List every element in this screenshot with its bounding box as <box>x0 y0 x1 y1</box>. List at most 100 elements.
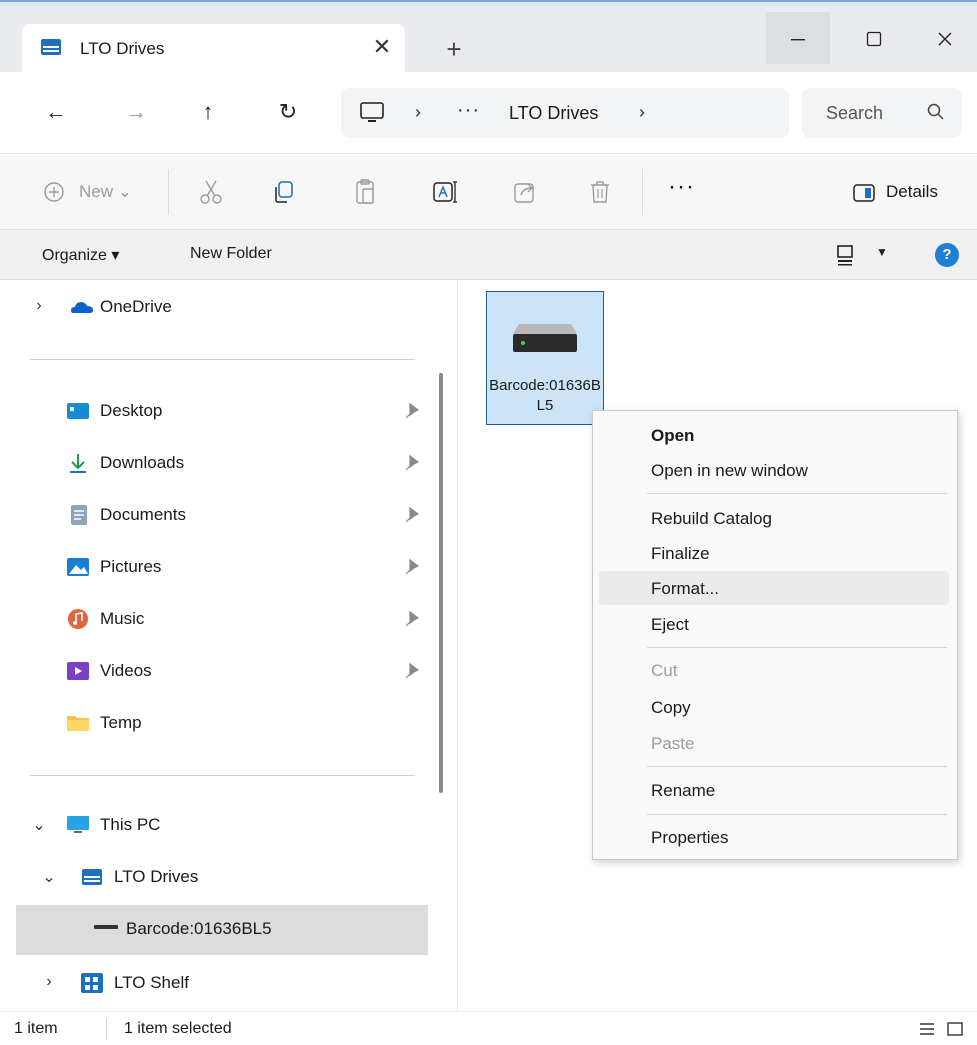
view-options-icon[interactable] <box>836 244 856 266</box>
menu-item-format[interactable]: Format... <box>599 571 949 605</box>
menu-item-open[interactable]: Open <box>599 418 949 452</box>
breadcrumb-overflow[interactable]: ··· <box>457 99 480 122</box>
collapse-chevron-icon[interactable]: ⌄ <box>32 815 46 835</box>
cut-icon[interactable] <box>196 177 226 207</box>
folder-icon <box>67 716 89 731</box>
onedrive-icon <box>71 302 93 313</box>
status-separator <box>106 1018 107 1040</box>
sidebar-item-label: Pictures <box>100 557 162 576</box>
menu-item-label: Copy <box>651 698 691 717</box>
delete-icon[interactable] <box>585 177 615 207</box>
menu-item-copy[interactable]: Copy <box>599 690 949 724</box>
breadcrumb-separator[interactable]: › <box>639 102 645 123</box>
file-name: Barcode:01636BL5 <box>489 377 601 414</box>
item-count: 1 item <box>14 1020 58 1037</box>
command-bar: New ⌄ ··· Details <box>0 155 977 230</box>
desktop-icon <box>67 403 89 419</box>
sidebar-item-videos[interactable]: Videos <box>0 647 430 697</box>
tab-title: LTO Drives <box>80 39 165 58</box>
sidebar-item-label: Documents <box>100 505 186 524</box>
details-button[interactable]: Details <box>852 177 938 207</box>
view-dropdown-icon[interactable]: ▼ <box>876 245 888 259</box>
paste-icon[interactable] <box>351 177 381 207</box>
collapse-chevron-icon[interactable]: ⌄ <box>42 867 56 887</box>
forward-icon[interactable]: → <box>118 94 154 130</box>
sidebar-item-label: Temp <box>100 713 142 732</box>
sidebar-item-barcode[interactable]: Barcode:01636BL5 <box>16 905 428 955</box>
tab-lto-drives[interactable]: LTO Drives ✕ <box>22 24 405 74</box>
navigation-pane: › OneDrive Desktop Downloads Documents P… <box>0 281 458 1011</box>
address-bar[interactable]: › ··· LTO Drives › <box>341 88 789 138</box>
help-icon[interactable]: ? <box>935 243 959 267</box>
breadcrumb-separator: › <box>415 102 421 122</box>
file-item[interactable]: Barcode:01636BL5 <box>486 291 604 425</box>
pin-icon[interactable] <box>405 611 419 627</box>
menu-item-open-new-window[interactable]: Open in new window <box>599 453 949 487</box>
back-icon[interactable]: ← <box>38 94 74 130</box>
minimize-button[interactable] <box>766 12 830 64</box>
menu-item-label: Paste <box>651 734 695 753</box>
pin-icon[interactable] <box>405 507 419 523</box>
menu-separator <box>647 647 947 648</box>
organize-button[interactable]: Organize ▾ <box>42 245 119 265</box>
rename-icon[interactable] <box>430 177 460 207</box>
menu-item-label: Rebuild Catalog <box>651 509 772 528</box>
menu-item-label: Format... <box>651 579 720 598</box>
file-explorer-window: LTO Drives ✕ + ← → ↑ ↻ › ··· LTO Drives … <box>0 0 977 1045</box>
menu-item-label: Cut <box>651 661 678 680</box>
more-options-button[interactable]: ··· <box>668 173 695 201</box>
menu-item-label: Finalize <box>651 544 710 563</box>
refresh-icon[interactable]: ↻ <box>270 94 306 130</box>
sidebar-item-label: Videos <box>100 661 152 680</box>
sidebar-item-this-pc[interactable]: ⌄ This PC <box>0 801 430 851</box>
search-input[interactable]: Search <box>802 88 962 138</box>
breadcrumb-lto-drives[interactable]: LTO Drives <box>509 103 598 124</box>
menu-item-eject[interactable]: Eject <box>599 607 949 641</box>
new-tab-icon[interactable]: + <box>440 34 468 64</box>
lto-shelf-icon <box>81 973 103 993</box>
pin-icon[interactable] <box>405 403 419 419</box>
sidebar-item-lto-shelf[interactable]: › LTO Shelf <box>0 959 430 1009</box>
search-icon <box>927 103 944 120</box>
menu-item-cut: Cut <box>599 653 949 687</box>
close-window-button[interactable] <box>913 12 977 64</box>
menu-item-properties[interactable]: Properties <box>599 820 949 854</box>
sidebar-item-desktop[interactable]: Desktop <box>0 387 430 437</box>
copy-icon[interactable] <box>268 177 298 207</box>
sidebar-item-temp[interactable]: Temp <box>0 699 430 749</box>
sidebar-item-downloads[interactable]: Downloads <box>0 439 430 489</box>
share-icon[interactable] <box>510 177 540 207</box>
menu-separator <box>647 766 947 767</box>
menu-item-finalize[interactable]: Finalize <box>599 536 949 570</box>
sidebar-item-label: OneDrive <box>100 297 172 316</box>
sidebar-scrollbar[interactable] <box>439 373 443 793</box>
lto-drive-icon <box>82 869 102 885</box>
sidebar-item-music[interactable]: Music <box>0 595 430 645</box>
pin-icon[interactable] <box>405 559 419 575</box>
maximize-button[interactable] <box>842 12 906 64</box>
details-label: Details <box>886 182 938 201</box>
documents-icon <box>71 505 87 525</box>
menu-item-rebuild-catalog[interactable]: Rebuild Catalog <box>599 501 949 535</box>
details-view-icon[interactable] <box>918 1021 936 1037</box>
pin-icon[interactable] <box>405 455 419 471</box>
pictures-icon <box>67 558 89 576</box>
close-icon <box>938 32 952 46</box>
expand-chevron-icon[interactable]: › <box>42 973 56 991</box>
menu-item-rename[interactable]: Rename <box>599 773 949 807</box>
tape-drive-icon <box>513 324 577 352</box>
pin-icon[interactable] <box>405 663 419 679</box>
sidebar-item-pictures[interactable]: Pictures <box>0 543 430 593</box>
new-folder-button[interactable]: New Folder <box>190 245 272 263</box>
command-separator <box>168 169 169 215</box>
tab-close-icon[interactable]: ✕ <box>370 33 394 61</box>
up-icon[interactable]: ↑ <box>190 94 226 130</box>
large-icons-view-icon[interactable] <box>946 1021 964 1037</box>
new-button[interactable]: New ⌄ <box>79 177 132 207</box>
expand-chevron-icon[interactable]: › <box>32 297 46 315</box>
sidebar-item-label: Downloads <box>100 453 185 472</box>
this-pc-icon <box>67 816 89 833</box>
sidebar-item-documents[interactable]: Documents <box>0 491 430 541</box>
sidebar-item-lto-drives[interactable]: ⌄ LTO Drives <box>0 853 430 903</box>
sidebar-item-onedrive[interactable]: › OneDrive <box>0 283 430 333</box>
